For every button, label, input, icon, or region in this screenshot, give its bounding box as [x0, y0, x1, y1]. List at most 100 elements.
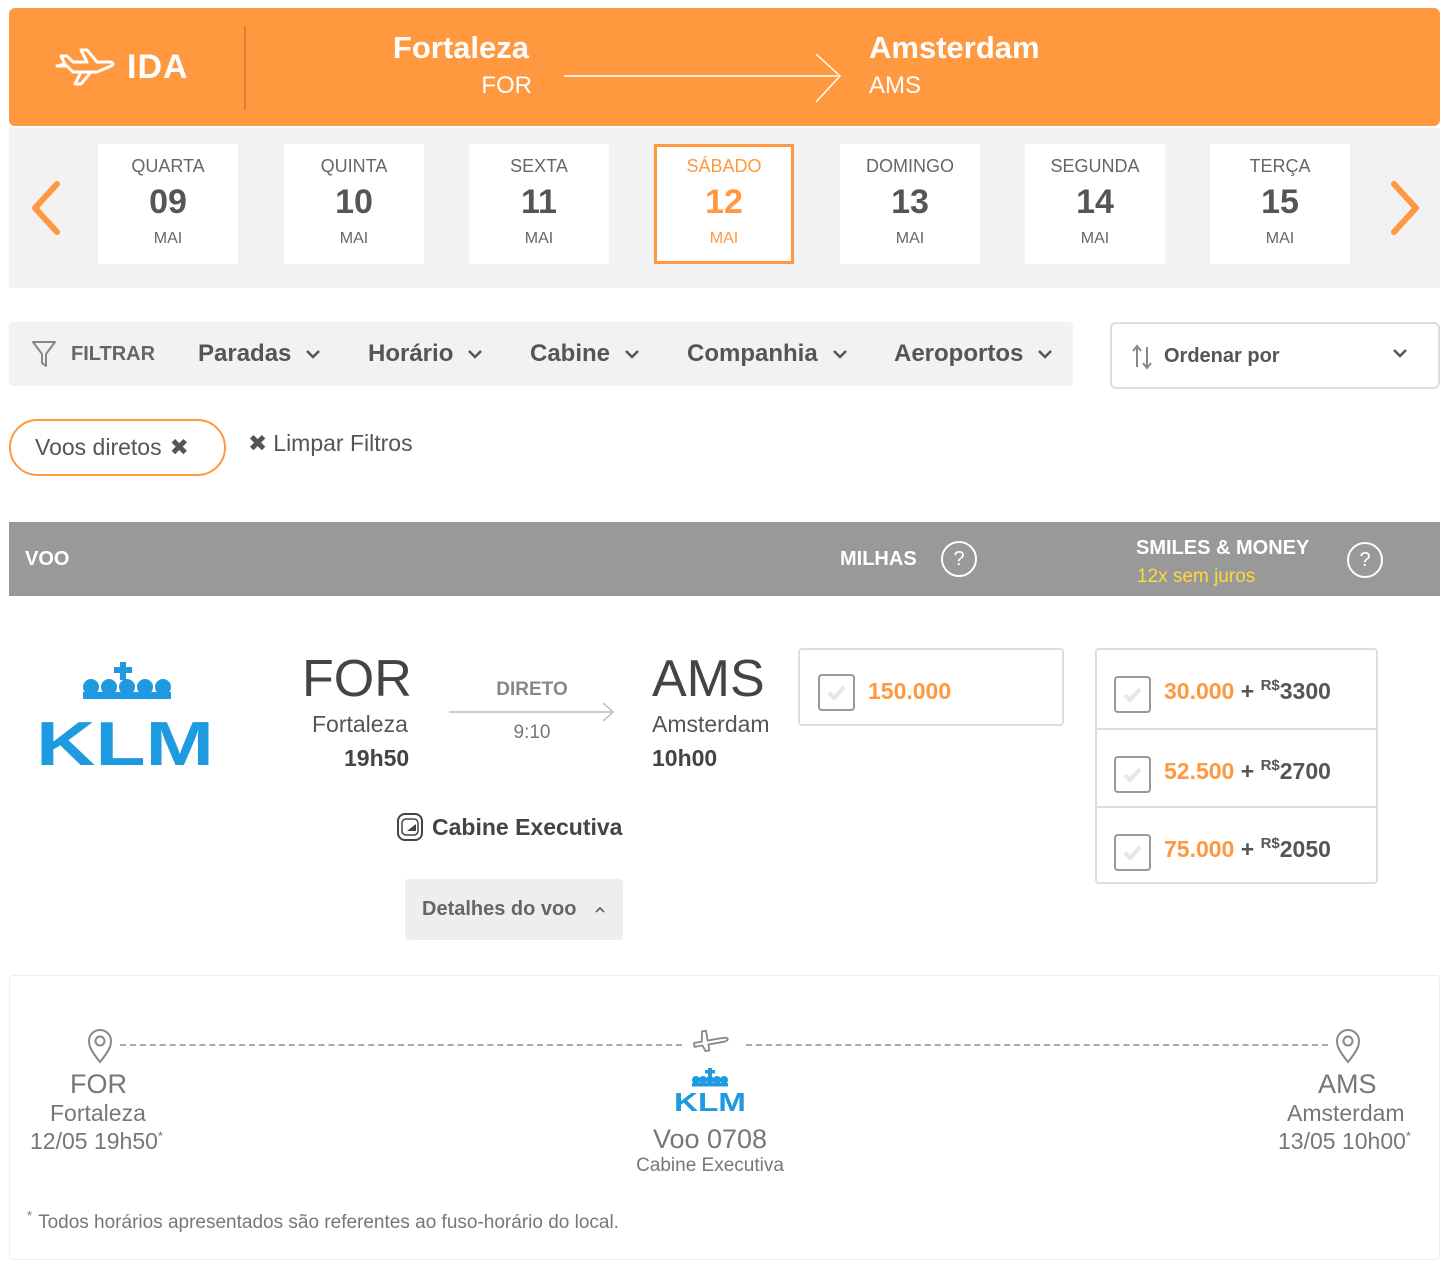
combo-currency: R$	[1260, 677, 1280, 694]
cabin-label: Cabine Executiva	[432, 813, 623, 840]
filter-label-text: FILTRAR	[71, 342, 156, 365]
checkbox[interactable]	[818, 674, 855, 711]
chevron-down-icon	[1393, 349, 1407, 358]
date-day: 09	[149, 183, 187, 221]
filter-item-label: Aeroportos	[894, 340, 1024, 367]
filter-bar: FILTRAR Paradas Horário Cabine Companhia…	[9, 322, 1073, 386]
map-pin-icon	[87, 1029, 113, 1064]
details-cabin: Cabine Executiva	[636, 1155, 784, 1176]
combo-money: 2700	[1279, 758, 1331, 784]
smiles-money-option[interactable]: 52.500 + R$2700	[1097, 728, 1376, 806]
details-destination-datetime: 13/05 10h00	[1278, 1128, 1406, 1154]
date-day: 15	[1261, 183, 1299, 221]
combo-currency: R$	[1260, 757, 1280, 774]
combo-money: 2050	[1279, 836, 1331, 862]
date-card[interactable]: DOMINGO 13 MAI	[840, 144, 980, 264]
smiles-money-option[interactable]: 30.000 + R$3300	[1097, 650, 1376, 728]
filter-paradas-dropdown[interactable]: Paradas	[198, 336, 321, 372]
chip-label: Voos diretos	[35, 434, 162, 460]
help-icon[interactable]: ?	[1347, 542, 1383, 578]
plane-icon	[55, 48, 115, 86]
asterisk: *	[27, 1208, 33, 1223]
origin-code: FOR	[481, 72, 532, 99]
date-card[interactable]: TERÇA 15 MAI	[1210, 144, 1350, 264]
date-day: 10	[335, 183, 373, 221]
miles-price-option[interactable]: 150.000	[798, 648, 1064, 726]
help-icon[interactable]: ?	[941, 541, 977, 577]
date-weekday: QUINTA	[320, 156, 388, 176]
combo-currency: R$	[1260, 835, 1280, 852]
flight-details-button[interactable]: Detalhes do voo	[405, 879, 623, 940]
combo-money: 3300	[1279, 678, 1331, 704]
clear-filters-link[interactable]: ✖ Limpar Filtros	[248, 430, 413, 457]
map-pin-icon	[1335, 1029, 1361, 1064]
date-month: MAI	[1265, 230, 1295, 247]
flight-destination-code: AMS	[652, 650, 765, 708]
combo-plus: +	[1240, 836, 1255, 862]
route-dashed-line	[120, 1044, 682, 1046]
flight-origin-code: FOR	[302, 650, 412, 708]
filter-cabine-dropdown[interactable]: Cabine	[530, 336, 640, 372]
details-origin-city: Fortaleza	[50, 1100, 146, 1126]
date-day: 12	[705, 183, 743, 221]
details-destination-datetime-wrap: 13/05 10h00*	[1278, 1128, 1411, 1155]
chevron-down-icon	[468, 350, 483, 359]
date-day: 13	[891, 183, 929, 221]
date-weekday: SÁBADO	[686, 156, 762, 176]
clear-filters-label: Limpar Filtros	[273, 430, 413, 456]
filter-item-label: Paradas	[198, 340, 292, 367]
details-destination-code: AMS	[1318, 1069, 1377, 1099]
date-weekday: DOMINGO	[866, 156, 954, 176]
check-icon	[827, 685, 846, 701]
chevron-left-icon[interactable]	[27, 178, 67, 238]
date-card-selected[interactable]: SÁBADO 12 MAI	[654, 144, 794, 264]
filter-label[interactable]: FILTRAR	[31, 338, 155, 370]
close-icon[interactable]: ✖	[170, 434, 189, 461]
installments-note: 12x sem juros	[1137, 566, 1256, 587]
filter-horario-dropdown[interactable]: Horário	[368, 336, 483, 372]
cabin-info: Cabine Executiva	[396, 812, 622, 842]
destination-city: Amsterdam	[869, 30, 1040, 65]
date-selector: QUARTA 09 MAI QUINTA 10 MAI SEXTA 11 MAI…	[9, 128, 1440, 288]
seat-icon	[397, 813, 423, 841]
column-header-miles: MILHAS	[840, 548, 917, 570]
date-card[interactable]: QUARTA 09 MAI	[98, 144, 238, 264]
date-month: MAI	[895, 230, 925, 247]
flight-departure-time: 19h50	[344, 745, 410, 771]
details-origin-datetime-wrap: 12/05 19h50*	[30, 1128, 163, 1155]
header-divider	[244, 26, 246, 110]
filter-item-label: Horário	[368, 340, 454, 367]
date-month: MAI	[524, 230, 554, 247]
route-arrow-icon	[564, 54, 842, 103]
plane-icon	[693, 1029, 729, 1052]
check-icon	[1123, 845, 1142, 861]
checkbox[interactable]	[1114, 834, 1151, 871]
checkbox[interactable]	[1114, 756, 1151, 793]
filter-aeroportos-dropdown[interactable]: Aeroportos	[894, 336, 1053, 372]
svg-text:KLM: KLM	[674, 1087, 746, 1114]
date-month: MAI	[153, 230, 183, 247]
sort-select[interactable]: Ordenar por	[1110, 322, 1440, 389]
column-header-smiles-money: SMILES & MONEY	[1136, 537, 1310, 559]
origin-city: Fortaleza	[392, 30, 529, 65]
chevron-down-icon	[306, 350, 321, 359]
chevron-down-icon	[625, 350, 639, 359]
sort-arrows-icon	[1132, 344, 1152, 370]
destination-code: AMS	[869, 72, 922, 99]
chevron-right-icon[interactable]	[1384, 178, 1424, 238]
date-card[interactable]: SEXTA 11 MAI	[469, 144, 609, 264]
checkbox[interactable]	[1114, 676, 1151, 713]
filter-companhia-dropdown[interactable]: Companhia	[687, 336, 848, 372]
klm-logo: KLM	[674, 1068, 746, 1114]
date-card[interactable]: QUINTA 10 MAI	[284, 144, 424, 264]
flight-duration: 9:10	[513, 722, 551, 743]
active-filter-chip[interactable]: Voos diretos ✖	[9, 419, 226, 476]
date-card[interactable]: SEGUNDA 14 MAI	[1025, 144, 1165, 264]
details-destination-city: Amsterdam	[1287, 1100, 1405, 1126]
smiles-money-option[interactable]: 75.000 + R$2050	[1097, 806, 1376, 884]
combo-miles: 30.000	[1164, 678, 1235, 704]
timezone-note: * Todos horários apresentados são referen…	[27, 1208, 619, 1234]
asterisk: *	[157, 1128, 163, 1144]
flight-destination-city: Amsterdam	[652, 711, 770, 737]
chevron-down-icon	[832, 350, 847, 359]
